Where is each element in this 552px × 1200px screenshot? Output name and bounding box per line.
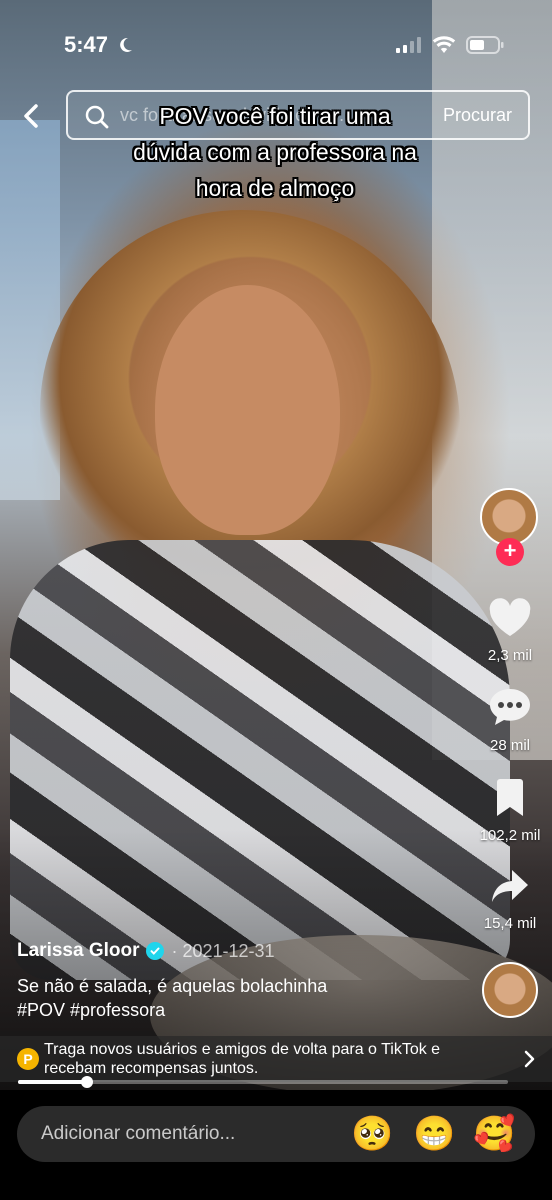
caption-line: POV você foi tirar uma [159,103,391,129]
moon-icon [120,37,133,52]
author-row: Larissa Gloor · 2021-12-31 [17,940,457,962]
coin-icon: P [17,1048,39,1070]
wifi-icon [432,36,456,53]
back-button[interactable] [18,100,46,132]
like-button[interactable]: 2,3 mil [470,598,550,664]
description-text: Se não é salada, é aquelas bolachinha [17,976,328,996]
emoji-hearts-button[interactable]: 🥰 [473,1114,515,1154]
video-progress-handle[interactable] [81,1076,93,1088]
caption-line: hora de almoço [195,175,355,201]
status-icons [396,36,504,54]
comment-count: 28 mil [489,737,530,754]
comment-bar: Adicionar comentário... 🥺 😁 🥰 [0,1090,552,1200]
like-count: 2,3 mil [487,647,533,664]
post-info: Larissa Gloor · 2021-12-31 Se não é sala… [17,940,457,1022]
comment-bubble-icon [490,689,530,725]
action-rail: + 2,3 mil 28 mil 102,2 mil 15,4 mil [470,488,550,932]
sound-disc-avatar[interactable] [482,962,538,1018]
author-name[interactable]: Larissa Gloor [17,940,140,962]
video-caption: POV você foi tirar uma dúvida com a prof… [70,98,480,206]
comment-placeholder: Adicionar comentário... [41,1123,236,1144]
video-progress-bar[interactable] [18,1076,508,1088]
post-description: Se não é salada, é aquelas bolachinha #P… [17,974,457,1022]
video-progress-fill [18,1080,87,1084]
chevron-left-icon [24,104,38,128]
comment-input[interactable]: Adicionar comentário... 🥺 😁 🥰 [17,1106,535,1162]
share-arrow-icon [492,870,528,902]
status-time: 5:47 [64,32,134,58]
heart-icon [489,598,531,636]
verified-badge-icon [145,942,164,960]
hashtags[interactable]: #POV #professora [17,998,457,1022]
bookmark-button[interactable]: 102,2 mil [470,778,550,844]
post-date: · 2021-12-31 [171,940,275,961]
emoji-grin-button[interactable]: 😁 [413,1114,455,1154]
creator-avatar-group: + [470,488,550,568]
battery-icon [466,36,504,54]
bookmark-count: 102,2 mil [479,827,541,844]
follow-button[interactable]: + [496,538,524,566]
share-button[interactable]: 15,4 mil [470,868,550,932]
share-count: 15,4 mil [483,915,537,932]
emoji-pleading-button[interactable]: 🥺 [351,1114,393,1154]
chevron-right-icon [524,1050,535,1068]
video-subject-face [155,285,340,535]
status-bar: 5:47 [0,0,552,88]
comment-button[interactable]: 28 mil [470,686,550,754]
bookmark-icon [497,779,523,816]
promo-text: Traga novos usuários e amigos de volta p… [44,1041,441,1077]
cellular-signal-icon [396,37,421,53]
caption-line: dúvida com a professora na [133,139,417,165]
promo-banner[interactable]: P Traga novos usuários e amigos de volta… [0,1036,552,1082]
